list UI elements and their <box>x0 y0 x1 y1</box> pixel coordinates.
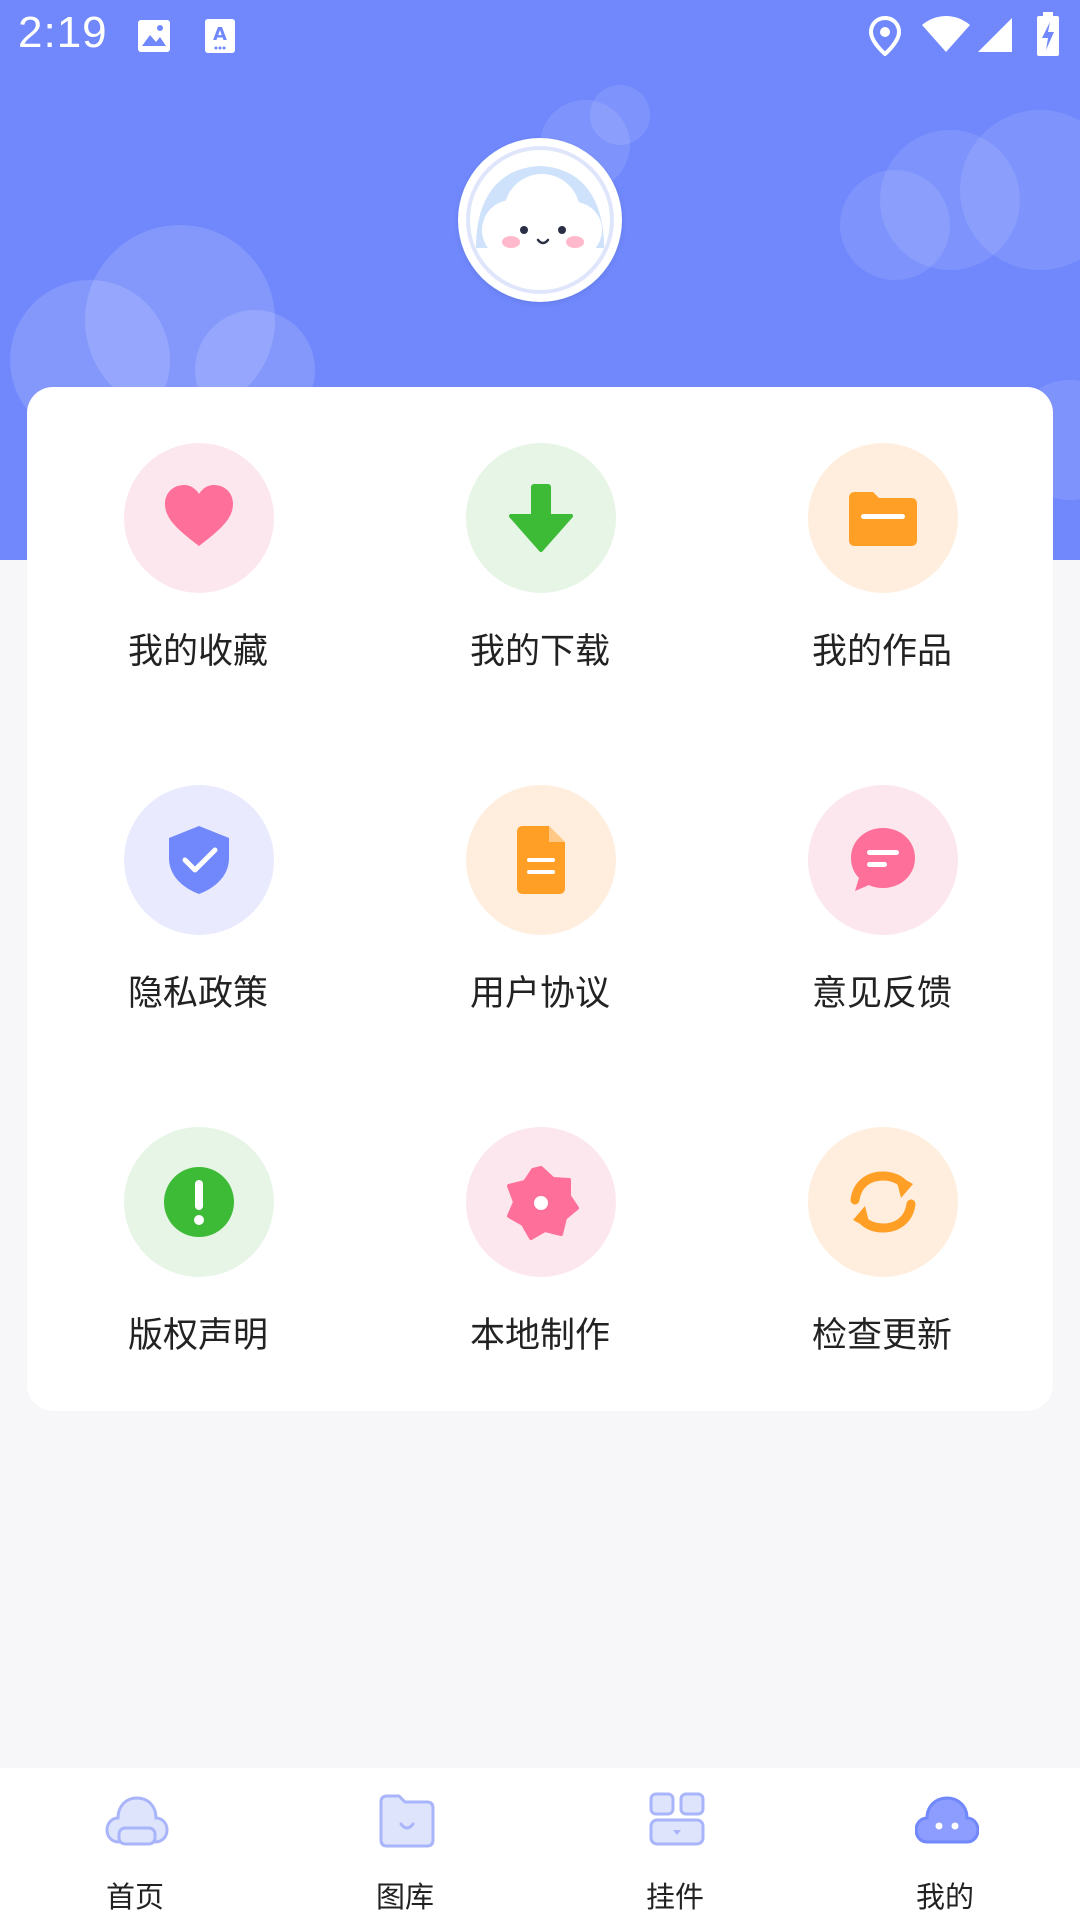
menu-label: 隐私政策 <box>127 974 268 1014</box>
download-icon <box>509 484 573 552</box>
menu-icon-circle <box>808 443 958 593</box>
exclamation-icon <box>164 1167 234 1237</box>
menu-item-copyright[interactable]: 版权声明 <box>27 1071 369 1371</box>
menu-icon-circle <box>808 785 958 935</box>
flower-icon <box>507 1166 579 1240</box>
menu-item-local-make[interactable]: 本地制作 <box>369 1071 711 1371</box>
menu-label: 我的下载 <box>469 632 610 672</box>
image-icon <box>136 18 172 58</box>
tab-home[interactable]: 首页 <box>0 1768 270 1920</box>
tab-label: 首页 <box>105 1880 164 1914</box>
menu-icon-circle <box>466 1127 616 1277</box>
menu-label: 我的作品 <box>811 632 952 672</box>
menu-item-check-update[interactable]: 检查更新 <box>711 1071 1053 1371</box>
menu-icon-circle <box>466 443 616 593</box>
menu-icon-circle <box>808 1127 958 1277</box>
menu-icon-circle <box>124 1127 274 1277</box>
refresh-icon <box>850 1171 916 1233</box>
tab-gallery[interactable]: 图库 <box>270 1768 540 1920</box>
menu-item-feedback[interactable]: 意见反馈 <box>711 729 1053 1029</box>
menu-icon-circle <box>466 785 616 935</box>
menu-label: 意见反馈 <box>811 974 952 1014</box>
avatar[interactable] <box>458 138 622 302</box>
tab-label: 挂件 <box>645 1880 704 1914</box>
menu-icon-circle <box>124 443 274 593</box>
battery-charging-icon <box>1036 12 1060 60</box>
menu-label: 用户协议 <box>469 974 610 1014</box>
menu-icon-circle <box>124 785 274 935</box>
wifi-icon <box>922 16 970 58</box>
svg-text:A: A <box>213 24 227 45</box>
menu-item-favorites[interactable]: 我的收藏 <box>27 387 369 687</box>
menu-label: 检查更新 <box>811 1316 952 1356</box>
menu-item-downloads[interactable]: 我的下载 <box>369 387 711 687</box>
tab-label: 我的 <box>915 1880 974 1914</box>
heart-icon <box>165 485 233 546</box>
widgets-icon <box>645 1790 709 1854</box>
menu-label: 版权声明 <box>127 1316 268 1356</box>
menu-item-privacy[interactable]: 隐私政策 <box>27 729 369 1029</box>
tab-mine[interactable]: 我的 <box>810 1768 1080 1920</box>
menu-label: 本地制作 <box>469 1316 610 1356</box>
tab-label: 图库 <box>375 1880 434 1914</box>
menu-label: 我的收藏 <box>127 632 268 672</box>
tab-widgets[interactable]: 挂件 <box>540 1768 810 1920</box>
text-a-icon: A <box>204 18 236 58</box>
status-bar: 2:19 A <box>0 0 1080 72</box>
menu-grid: 我的收藏 我的下载 我的作品 隐私政策 用户协议 意见反馈 版权声明 本地制作 … <box>27 387 1053 1411</box>
menu-item-works[interactable]: 我的作品 <box>711 387 1053 687</box>
cloud-home-icon <box>105 1790 169 1854</box>
bottom-nav: 首页 图库 挂件 我的 <box>0 1768 1080 1920</box>
menu-item-user-agreement[interactable]: 用户协议 <box>369 729 711 1029</box>
cloud-face-icon <box>914 1790 980 1854</box>
chat-icon <box>851 828 915 891</box>
signal-icon <box>978 16 1014 58</box>
folder-icon <box>849 492 917 546</box>
location-icon <box>868 15 902 60</box>
cloud-face-icon <box>466 146 614 294</box>
status-time: 2:19 <box>18 8 108 57</box>
folder-gallery-icon <box>375 1790 439 1854</box>
shield-check-icon <box>169 826 229 894</box>
document-icon <box>517 826 565 894</box>
